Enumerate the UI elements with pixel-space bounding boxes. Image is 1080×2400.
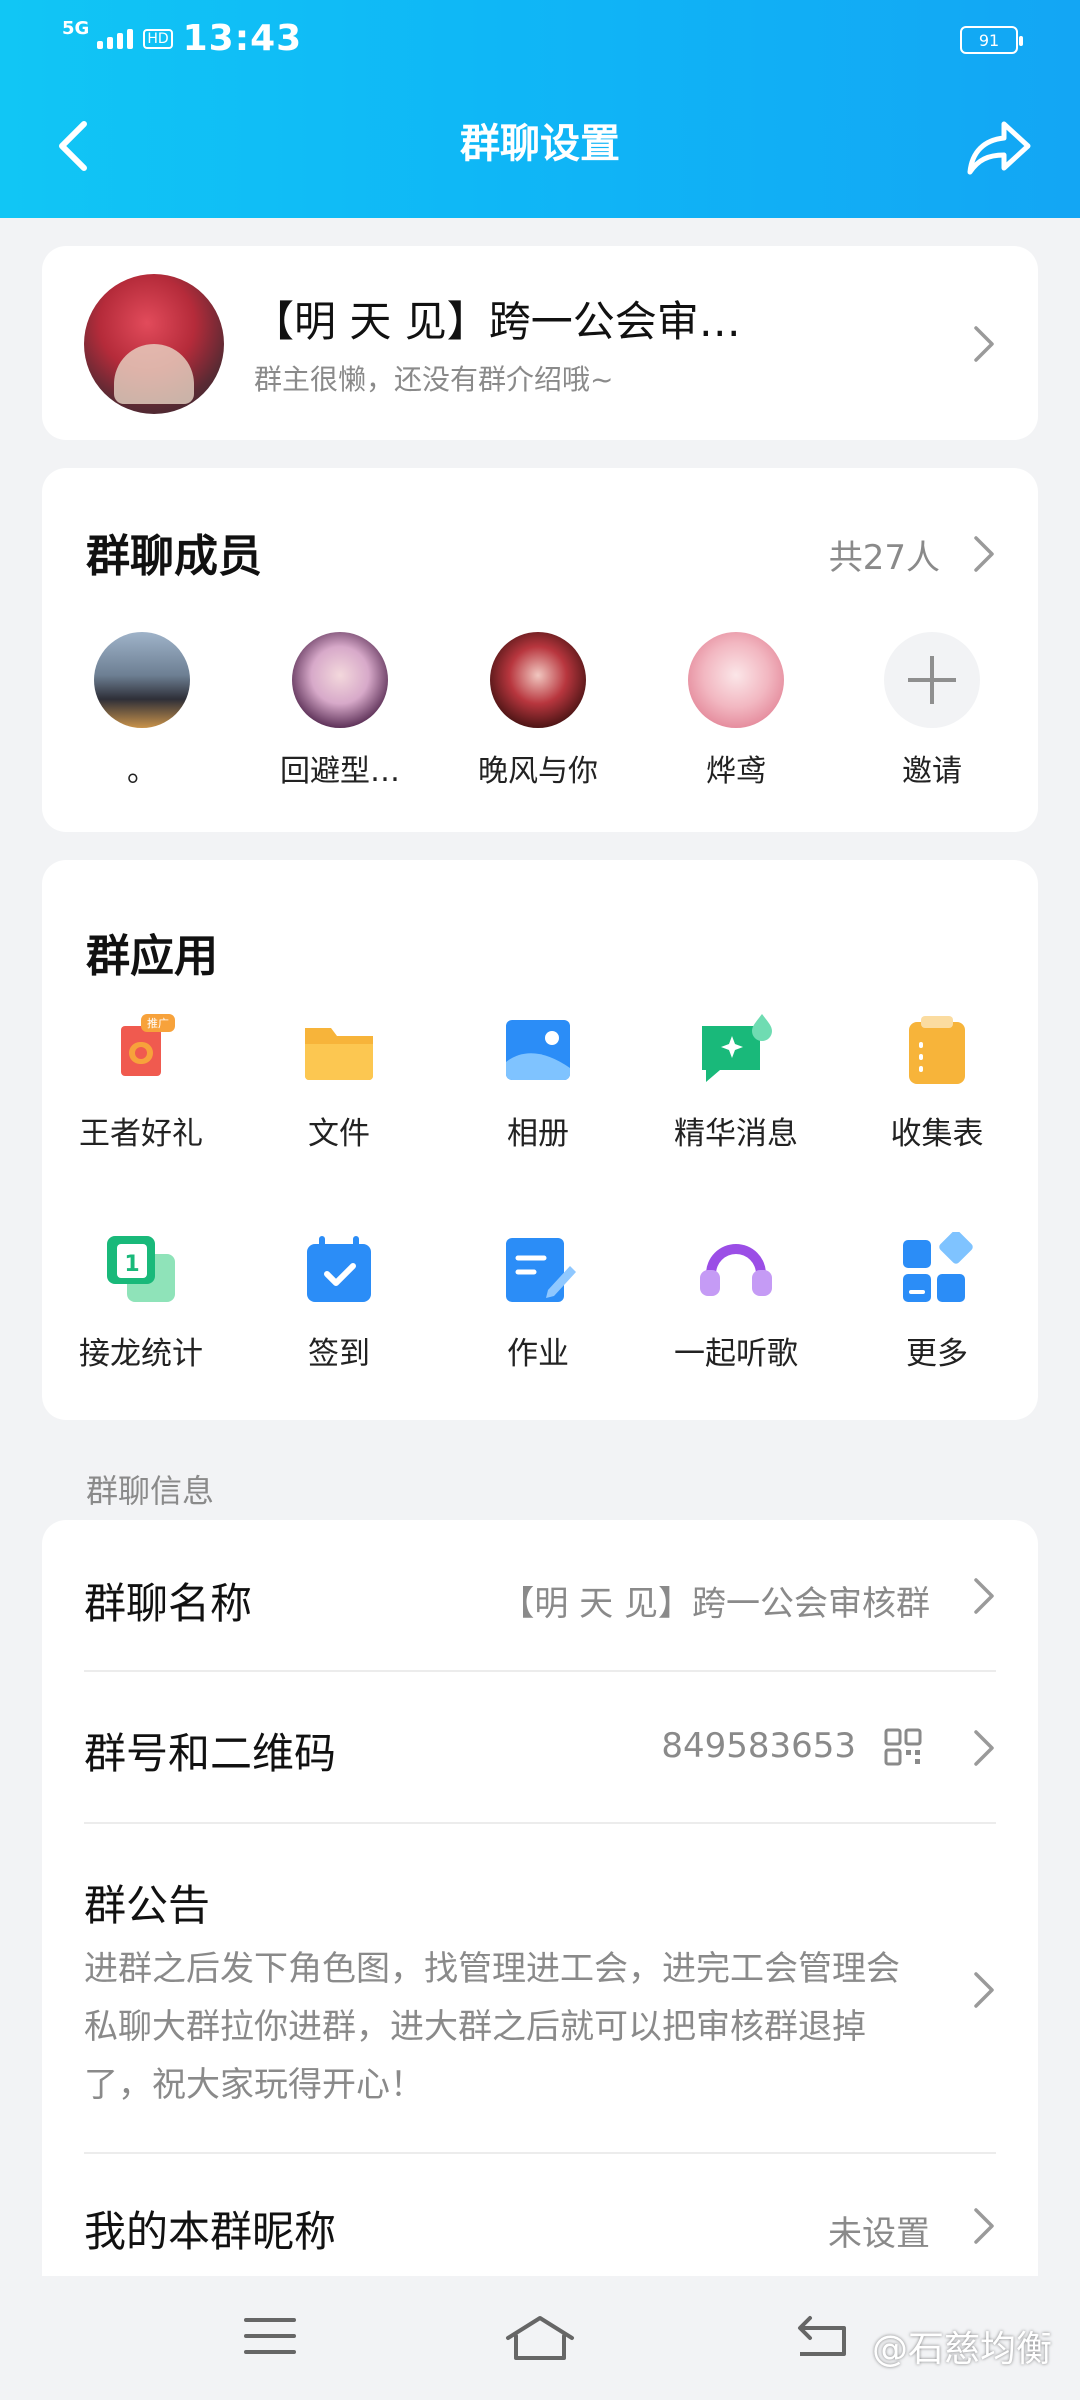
battery-level: 91 xyxy=(978,30,1000,50)
watermark: @石慈均衡 xyxy=(871,2329,1052,2370)
status-bar: 5G HD 13:43 91 xyxy=(0,0,1080,80)
network-type: 5G xyxy=(62,18,90,39)
app-item[interactable]: 作业 xyxy=(438,1232,638,1373)
chevron-right-icon xyxy=(972,1970,996,2010)
my-nickname-label: 我的本群昵称 xyxy=(84,2207,337,2256)
group-name: 【明 天 见】跨一公会审… xyxy=(252,297,741,346)
app-label: 更多 xyxy=(906,1336,968,1372)
plus-icon xyxy=(884,632,980,728)
folder-icon xyxy=(301,1012,377,1088)
member-item[interactable]: 。 xyxy=(52,632,232,790)
return-icon xyxy=(798,2316,846,2356)
group-profile-card[interactable]: 【明 天 见】跨一公会审… 群主很懒，还没有群介绍哦~ xyxy=(42,246,1038,440)
avatar xyxy=(688,632,784,728)
group-info-card: 群聊名称 【明 天 见】跨一公会审核群 群号和二维码 849583653 群公告… xyxy=(42,1520,1038,2280)
app-item[interactable]: 相册 xyxy=(438,1012,638,1153)
essence-icon xyxy=(698,1012,774,1088)
group-avatar xyxy=(84,274,224,414)
share-button[interactable] xyxy=(964,118,1034,178)
app-item[interactable]: 1 接龙统计 xyxy=(41,1232,241,1373)
chevron-right-icon xyxy=(972,324,996,364)
member-item[interactable]: 烨鸢 xyxy=(646,632,826,790)
group-number-label: 群号和二维码 xyxy=(84,1729,337,1778)
chevron-right-icon xyxy=(972,1576,996,1616)
app-item[interactable]: 推广 王者好礼 xyxy=(41,1012,241,1153)
chevron-right-icon xyxy=(972,1728,996,1768)
group-info-caption: 群聊信息 xyxy=(86,1472,215,1510)
group-name-value: 【明 天 见】跨一公会审核群 xyxy=(500,1584,930,1624)
chevron-right-icon[interactable] xyxy=(972,534,996,574)
member-item[interactable]: 回避型… xyxy=(250,632,430,790)
app-label: 签到 xyxy=(308,1336,370,1372)
app-item[interactable]: 签到 xyxy=(239,1232,439,1373)
app-item[interactable]: 更多 xyxy=(837,1230,1037,1373)
member-name: 晚风与你 xyxy=(478,754,598,789)
chevron-right-icon xyxy=(972,2206,996,2246)
members-title: 群聊成员 xyxy=(86,531,262,582)
avatar xyxy=(292,632,388,728)
avatar xyxy=(94,632,190,728)
promo-badge: 推广 xyxy=(147,1016,169,1030)
app-label: 收集表 xyxy=(890,1116,984,1152)
menu-button[interactable] xyxy=(244,2314,296,2362)
my-nickname-row[interactable]: 我的本群昵称 未设置 xyxy=(84,2154,996,2280)
member-name: 。 xyxy=(127,754,157,789)
app-label: 接龙统计 xyxy=(79,1336,203,1372)
battery-icon: 91 xyxy=(960,26,1023,54)
back-nav-button[interactable] xyxy=(790,2314,852,2366)
app-label: 精华消息 xyxy=(674,1116,798,1152)
group-notice-row[interactable]: 群公告 进群之后发下角色图，找管理进工会，进完工会管理会私聊大群拉你进群，进大群… xyxy=(84,1824,996,2154)
group-notice-label: 群公告 xyxy=(84,1881,211,1930)
music-icon xyxy=(698,1232,774,1308)
relay-icon: 1 xyxy=(103,1232,179,1308)
group-number-value: 849583653 xyxy=(661,1726,856,1766)
invite-label: 邀请 xyxy=(902,754,962,789)
qr-code-icon xyxy=(884,1728,922,1766)
app-item[interactable]: 文件 xyxy=(239,1012,439,1153)
app-label: 作业 xyxy=(507,1336,569,1372)
group-name-label: 群聊名称 xyxy=(84,1579,253,1628)
group-description: 群主很懒，还没有群介绍哦~ xyxy=(254,363,614,396)
member-count[interactable]: 共27人 xyxy=(829,530,940,579)
clipboard-icon xyxy=(899,1012,975,1088)
album-icon xyxy=(500,1012,576,1088)
invite-button[interactable]: 邀请 xyxy=(842,632,1022,790)
app-label: 一起听歌 xyxy=(674,1336,798,1372)
home-button[interactable] xyxy=(504,2314,576,2366)
hd-icon: HD xyxy=(143,28,173,49)
homework-icon xyxy=(500,1232,576,1308)
app-item[interactable]: 精华消息 xyxy=(636,1012,836,1153)
page-title: 群聊设置 xyxy=(460,121,620,167)
app-label: 相册 xyxy=(507,1116,569,1152)
app-label: 文件 xyxy=(308,1116,370,1152)
member-name: 回避型… xyxy=(280,754,400,789)
home-icon xyxy=(506,2316,574,2360)
my-nickname-value: 未设置 xyxy=(828,2214,930,2254)
app-item[interactable]: 一起听歌 xyxy=(636,1232,836,1373)
app-item[interactable]: 收集表 xyxy=(837,1012,1037,1153)
signal-icon xyxy=(97,28,134,49)
member-item[interactable]: 晚风与你 xyxy=(448,632,628,790)
status-time: 13:43 xyxy=(182,18,303,59)
group-name-row[interactable]: 群聊名称 【明 天 见】跨一公会审核群 xyxy=(84,1520,996,1672)
member-name: 烨鸢 xyxy=(706,754,766,789)
app-label: 王者好礼 xyxy=(79,1116,203,1152)
members-card: 群聊成员 共27人 。 回避型… 晚风与你 烨鸢 邀请 xyxy=(42,468,1038,832)
group-notice-text: 进群之后发下角色图，找管理进工会，进完工会管理会私聊大群拉你进群，进大群之后就可… xyxy=(84,1949,900,2105)
header-bar: 5G HD 13:43 91 群聊设置 xyxy=(0,0,1080,218)
group-apps-card: 群应用 推广 王者好礼 文件 相册 精华消息 收集表 1 接龙统计 签到 作业 … xyxy=(42,860,1038,1420)
avatar xyxy=(490,632,586,728)
apps-title: 群应用 xyxy=(86,931,218,982)
more-grid-icon xyxy=(899,1230,975,1308)
svg-text:1: 1 xyxy=(124,1252,139,1277)
gift-icon: 推广 xyxy=(103,1012,179,1088)
checkin-icon xyxy=(301,1232,377,1308)
group-number-row[interactable]: 群号和二维码 849583653 xyxy=(84,1672,996,1824)
menu-icon xyxy=(244,2318,296,2354)
share-icon xyxy=(967,121,1031,175)
